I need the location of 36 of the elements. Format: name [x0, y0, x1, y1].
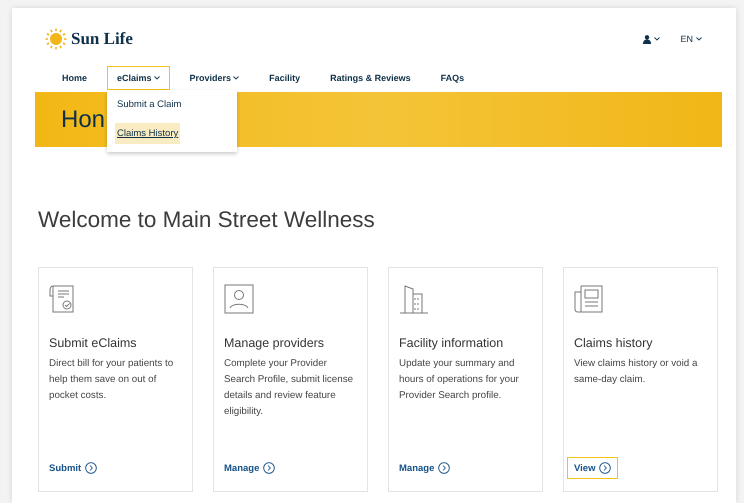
newspaper-icon	[574, 284, 604, 314]
building-icon	[399, 284, 429, 314]
card-link[interactable]: View	[567, 457, 618, 479]
chevron-down-icon	[696, 37, 702, 41]
account-menu[interactable]	[643, 34, 660, 44]
card-title: Facility information	[399, 336, 504, 350]
card-link[interactable]: Manage	[223, 457, 282, 479]
card-description: View claims history or void a same-day claim.	[574, 357, 698, 387]
user-icon	[643, 34, 652, 44]
sun-logo-icon	[45, 28, 67, 50]
arrow-circle-icon	[438, 462, 450, 474]
card-title: Submit eClaims	[49, 336, 138, 350]
card-link[interactable]: Submit	[48, 457, 104, 479]
banner-title: Hon	[61, 106, 106, 134]
arrow-circle-icon	[599, 462, 612, 474]
card-title: Claims history	[574, 336, 654, 350]
language-menu[interactable]: EN	[680, 34, 702, 44]
chevron-down-icon	[654, 37, 660, 41]
card-title: Manage providers	[224, 336, 326, 350]
brand-name: Sun Life	[71, 29, 133, 49]
card-description: Update your summary and hours of operations for your Provider Search profile.	[399, 357, 520, 403]
nav-item[interactable]: Home	[52, 66, 98, 90]
nav-item[interactable]: Providers	[180, 66, 250, 90]
card-description: Complete your Provider Search Profile, submit license details and review feature eligibility.	[224, 357, 354, 419]
card-description: Direct bill for your patients to help them save on out of pocket costs.	[49, 357, 174, 403]
welcome-heading: Welcome to Main Street Wellness	[38, 207, 376, 233]
nav-item[interactable]: Facility	[259, 66, 310, 90]
person-icon	[224, 284, 254, 314]
card-link[interactable]: Manage	[398, 457, 458, 479]
nav-item[interactable]: FAQs	[430, 66, 474, 90]
nav-item[interactable]: eClaims	[107, 66, 170, 90]
nav-item[interactable]: Ratings & Reviews	[320, 66, 421, 90]
arrow-circle-icon	[263, 462, 276, 474]
menu-item[interactable]: Submit a Claim	[115, 94, 184, 115]
arrow-circle-icon	[85, 462, 98, 474]
menu-item[interactable]: Claims History	[115, 123, 180, 144]
